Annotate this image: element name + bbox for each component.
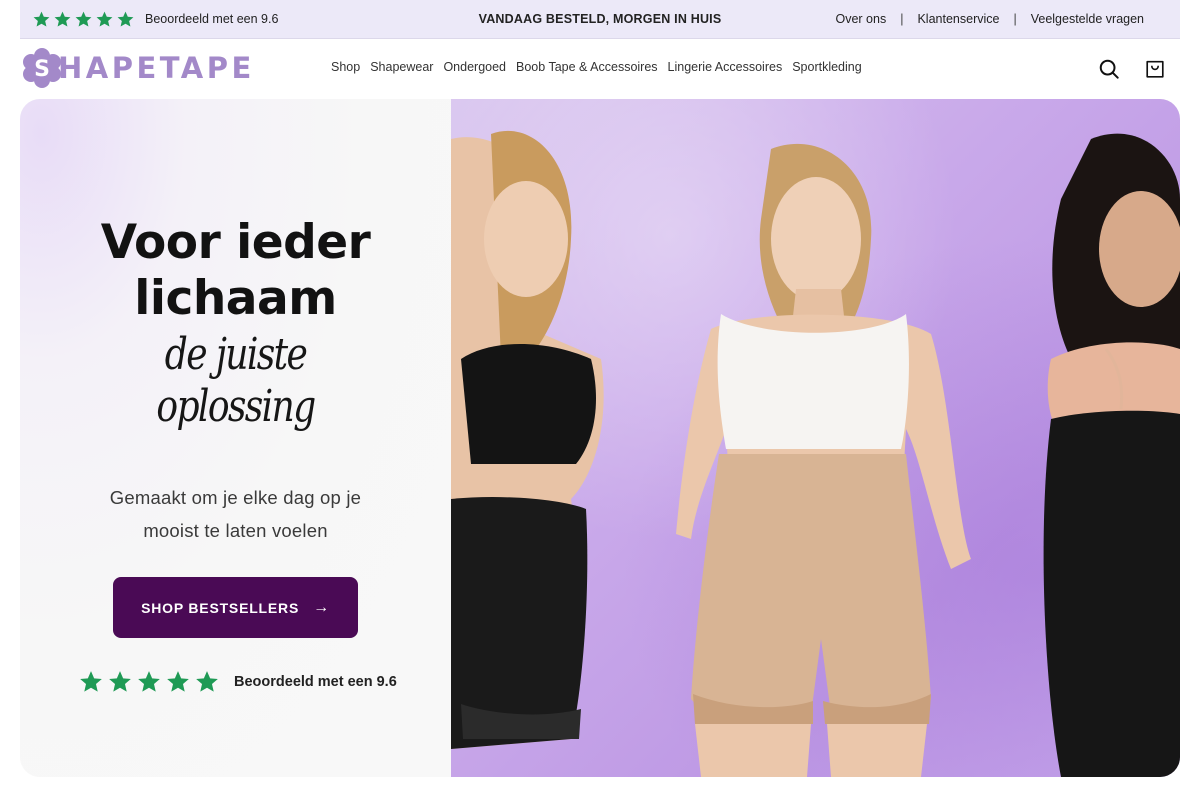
headline-line-2: lichaam [134, 271, 337, 326]
nav-item-lingerie-accessoires[interactable]: Lingerie Accessoires [668, 60, 783, 74]
star-icon [109, 671, 131, 692]
main-nav: Shop Shapewear Ondergoed Boob Tape & Acc… [331, 60, 862, 74]
star-icon [196, 671, 218, 692]
nav-item-ondergoed[interactable]: Ondergoed [443, 60, 506, 74]
link-separator: | [1013, 12, 1017, 26]
link-over-ons[interactable]: Over ons [836, 12, 887, 26]
shop-bestsellers-button[interactable]: SHOP BESTSELLERS → [113, 577, 358, 638]
site-header: S HAPETAPE Shop Shapewear Ondergoed Boob… [20, 40, 1180, 98]
hero-rating: Beoordeeld met een 9.6 [78, 669, 397, 695]
nav-item-boob-tape[interactable]: Boob Tape & Accessoires [516, 60, 658, 74]
cart-icon[interactable] [1144, 58, 1166, 80]
model-center [676, 143, 971, 777]
search-icon[interactable] [1098, 58, 1120, 80]
star-icon [167, 671, 189, 692]
rating-stars [78, 669, 220, 695]
model-right [1043, 133, 1180, 777]
star-icon [54, 11, 71, 27]
star-icon [75, 11, 92, 27]
subtitle-line-2: mooist te laten voelen [143, 520, 328, 541]
nav-item-shapewear[interactable]: Shapewear [370, 60, 433, 74]
subtitle-line-1: Gemaakt om je elke dag op je [109, 487, 362, 508]
link-klantenservice[interactable]: Klantenservice [917, 12, 999, 26]
hero-text-panel: Voor ieder lichaam de juiste oplossing G… [20, 99, 451, 777]
script-line-2: oplossing [156, 381, 316, 432]
nav-item-shop[interactable]: Shop [331, 60, 360, 74]
logo[interactable]: S HAPETAPE [22, 48, 255, 88]
logo-flower-badge: S [23, 48, 61, 88]
script-line-1: de juiste [164, 329, 308, 380]
hero-banner: Voor ieder lichaam de juiste oplossing G… [20, 99, 1180, 777]
star-icon [96, 11, 113, 27]
announcement-links: Over ons | Klantenservice | Veelgestelde… [836, 12, 1145, 26]
hero-subtitle: Gemaakt om je elke dag op je mooist te l… [20, 481, 451, 547]
star-icon [138, 671, 160, 692]
announcement-bar: Beoordeeld met een 9.6 VANDAAG BESTELD, … [20, 0, 1180, 39]
hero-headline: Voor ieder lichaam [20, 215, 451, 327]
logo-initial: S [34, 57, 50, 82]
rating-stars-small [32, 10, 135, 29]
star-icon [80, 671, 102, 692]
arrow-right-icon: → [313, 598, 330, 616]
cta-label: SHOP BESTSELLERS [141, 599, 300, 616]
models-illustration [451, 130, 1180, 777]
nav-item-sportkleding[interactable]: Sportkleding [792, 60, 862, 74]
star-icon [117, 11, 134, 27]
headline-line-1: Voor ieder [100, 215, 371, 270]
link-separator: | [900, 12, 904, 26]
star-icon [33, 11, 50, 27]
hero-image-models [451, 99, 1180, 777]
logo-text: HAPETAPE [58, 51, 255, 85]
hero-rating-text: Beoordeeld met een 9.6 [234, 674, 397, 690]
header-icons [1098, 58, 1166, 80]
link-veelgestelde-vragen[interactable]: Veelgestelde vragen [1031, 12, 1144, 26]
announcement-rating: Beoordeeld met een 9.6 [32, 10, 278, 29]
model-left [451, 130, 604, 750]
hero-script-tagline: de juiste oplossing [59, 329, 412, 433]
announcement-rating-text: Beoordeeld met een 9.6 [145, 12, 279, 26]
